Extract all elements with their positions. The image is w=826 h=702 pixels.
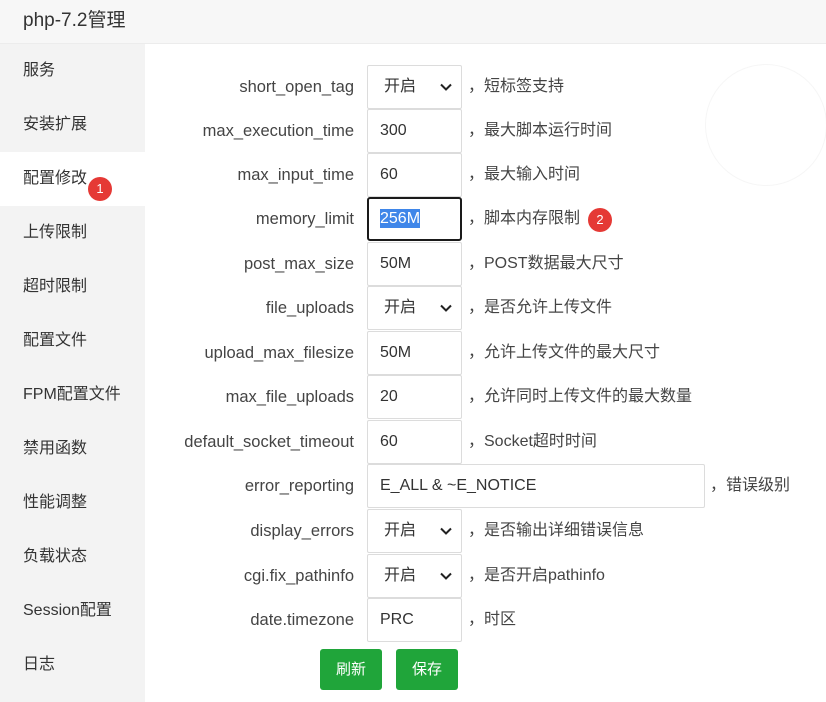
select-value: 开启: [384, 522, 417, 539]
post-max-size-input[interactable]: 50M: [367, 242, 462, 286]
sidebar-item-log[interactable]: 日志: [0, 638, 145, 692]
row-memory-limit: memory_limit 256M ，脚本内存限制 2: [145, 197, 826, 241]
sidebar-item-fpm-config-file[interactable]: FPM配置文件: [0, 368, 145, 422]
row-error-reporting: error_reporting E_ALL & ~E_NOTICE ，错误级别: [145, 464, 826, 508]
sidebar-item-performance-tuning[interactable]: 性能调整: [0, 476, 145, 530]
sidebar-item-upload-limit[interactable]: 上传限制: [0, 206, 145, 260]
sidebar-item-service[interactable]: 服务: [0, 44, 145, 98]
row-display-errors: display_errors 开启 ，是否输出详细错误信息: [145, 509, 826, 553]
field-label: display_errors: [250, 522, 354, 540]
step-badge-1: 1: [88, 177, 112, 201]
refresh-button[interactable]: 刷新: [320, 649, 382, 690]
max-input-time-input[interactable]: 60: [367, 153, 462, 197]
row-upload-max-filesize: upload_max_filesize 50M ，允许上传文件的最大尺寸: [145, 331, 826, 375]
field-label: memory_limit: [255, 210, 354, 228]
config-form: short_open_tag 开启 ，短标签支持 max_execution_t…: [145, 44, 826, 702]
select-value: 开启: [384, 567, 417, 584]
row-cgi-fix-pathinfo: cgi.fix_pathinfo 开启 ，是否开启pathinfo: [145, 554, 826, 598]
field-hint: ，是否开启pathinfo: [468, 567, 605, 584]
step-badge-2: 2: [588, 208, 612, 232]
upload-max-filesize-input[interactable]: 50M: [367, 331, 462, 375]
field-hint: ，Socket超时时间: [468, 433, 597, 450]
field-label: date.timezone: [250, 611, 354, 629]
row-max-input-time: max_input_time 60 ，最大输入时间: [145, 153, 826, 197]
date-timezone-input[interactable]: PRC: [367, 598, 462, 642]
selected-text: 256M: [380, 209, 421, 228]
sidebar-item-load-status[interactable]: 负载状态: [0, 530, 145, 584]
field-label: short_open_tag: [239, 78, 354, 96]
field-label: upload_max_filesize: [204, 344, 354, 362]
field-hint: ，允许同时上传文件的最大数量: [468, 388, 693, 405]
sidebar-item-disabled-functions[interactable]: 禁用函数: [0, 422, 145, 476]
field-hint: ，允许上传文件的最大尺寸: [468, 344, 661, 361]
row-max-file-uploads: max_file_uploads 20 ，允许同时上传文件的最大数量: [145, 375, 826, 419]
file-uploads-select[interactable]: 开启: [367, 286, 462, 330]
row-file-uploads: file_uploads 开启 ，是否允许上传文件: [145, 286, 826, 330]
field-label: max_input_time: [237, 166, 354, 184]
max-execution-time-input[interactable]: 300: [367, 109, 462, 153]
field-label: error_reporting: [244, 477, 354, 495]
chevron-down-icon: [440, 527, 452, 535]
cgi-fix-pathinfo-select[interactable]: 开启: [367, 554, 462, 598]
field-hint: ，最大输入时间: [468, 166, 581, 183]
field-hint: ，脚本内存限制: [468, 210, 581, 227]
memory-limit-input[interactable]: 256M: [367, 197, 462, 241]
field-label: post_max_size: [243, 255, 354, 273]
field-hint: ，POST数据最大尺寸: [468, 255, 624, 272]
sidebar-item-label: 配置修改: [23, 170, 88, 187]
field-hint: ，错误级别: [710, 477, 791, 494]
sidebar-item-session-config[interactable]: Session配置: [0, 584, 145, 638]
field-label: cgi.fix_pathinfo: [243, 567, 354, 585]
sidebar-item-install-extension[interactable]: 安装扩展: [0, 98, 145, 152]
max-file-uploads-input[interactable]: 20: [367, 375, 462, 419]
save-button[interactable]: 保存: [396, 649, 458, 690]
chevron-down-icon: [440, 304, 452, 312]
field-hint: ，是否输出详细错误信息: [468, 522, 645, 539]
error-reporting-input[interactable]: E_ALL & ~E_NOTICE: [367, 464, 705, 508]
short-open-tag-select[interactable]: 开启: [367, 65, 462, 109]
chevron-down-icon: [440, 83, 452, 91]
chevron-down-icon: [440, 572, 452, 580]
row-post-max-size: post_max_size 50M ，POST数据最大尺寸: [145, 242, 826, 286]
row-short-open-tag: short_open_tag 开启 ，短标签支持: [145, 65, 826, 109]
window-title: php-7.2管理: [23, 10, 126, 31]
sidebar-item-config-file[interactable]: 配置文件: [0, 314, 145, 368]
field-hint: ，短标签支持: [468, 78, 565, 95]
field-hint: ，是否允许上传文件: [468, 299, 613, 316]
display-errors-select[interactable]: 开启: [367, 509, 462, 553]
row-date-timezone: date.timezone PRC ，时区: [145, 598, 826, 642]
row-default-socket-timeout: default_socket_timeout 60 ，Socket超时时间: [145, 420, 826, 464]
default-socket-timeout-input[interactable]: 60: [367, 420, 462, 464]
row-max-execution-time: max_execution_time 300 ，最大脚本运行时间: [145, 109, 826, 153]
field-label: file_uploads: [265, 299, 354, 317]
sidebar: 服务 安装扩展 配置修改 上传限制 超时限制 配置文件 FPM配置文件 禁用函数…: [0, 44, 145, 702]
field-hint: ，最大脚本运行时间: [468, 122, 613, 139]
field-label: default_socket_timeout: [184, 433, 354, 451]
select-value: 开启: [384, 78, 417, 95]
select-value: 开启: [384, 299, 417, 316]
title-bar: php-7.2管理: [0, 0, 826, 44]
field-label: max_execution_time: [202, 122, 354, 140]
field-label: max_file_uploads: [225, 388, 354, 406]
sidebar-item-timeout-limit[interactable]: 超时限制: [0, 260, 145, 314]
sidebar-item-config-edit[interactable]: 配置修改: [0, 152, 145, 206]
field-hint: ，时区: [468, 611, 517, 628]
